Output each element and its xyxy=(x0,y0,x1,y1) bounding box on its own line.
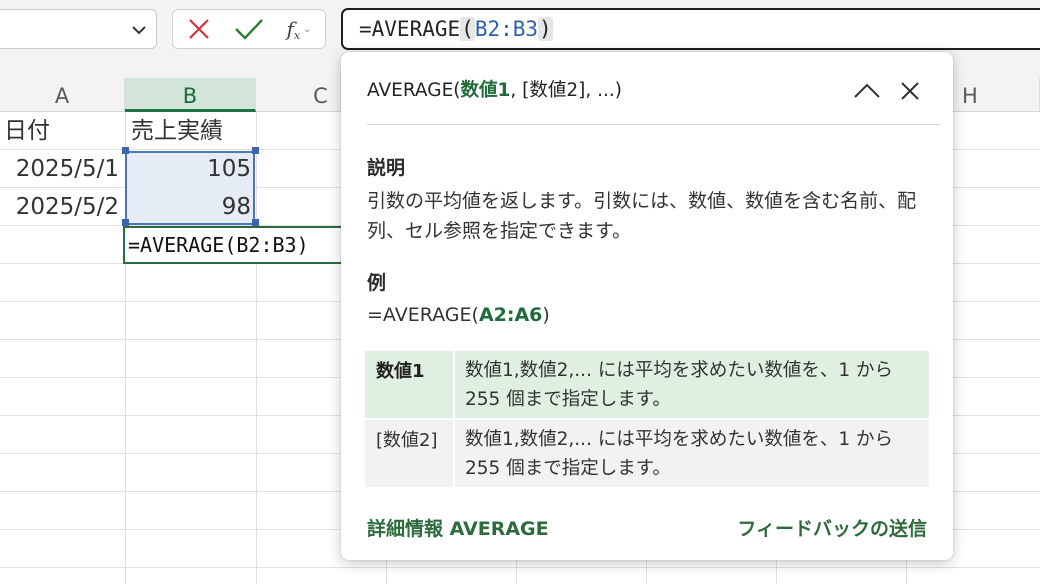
more-info-link[interactable]: 詳細情報 AVERAGE xyxy=(367,514,549,541)
insert-function-button[interactable]: fx ⌄ xyxy=(277,10,321,48)
argument-name: [数値2] xyxy=(365,420,453,487)
description-text: 引数の平均値を返します。引数には、数値、数値を含む名前、配列、セル参照を指定でき… xyxy=(367,190,917,242)
example-heading: 例 xyxy=(367,272,387,294)
close-icon xyxy=(901,82,919,100)
column-header-b[interactable]: B xyxy=(125,78,256,112)
fx-icon: fx xyxy=(286,16,301,42)
name-box[interactable] xyxy=(0,9,157,49)
formula-close-paren: ) xyxy=(538,17,553,41)
close-icon xyxy=(189,19,209,39)
cell-a2[interactable]: 2025/5/1 xyxy=(0,150,119,187)
formula-actions: fx ⌄ xyxy=(172,9,326,49)
argument-description: 数値1,数値2,... には平均を求めたい数値を、1 から 255 個まで指定し… xyxy=(455,420,929,487)
confirm-button[interactable] xyxy=(231,10,267,48)
check-icon xyxy=(235,19,263,40)
function-tooltip: AVERAGE(数値1, [数値2], ...) 説明 引数の平均値を返します。… xyxy=(341,52,953,560)
cell-b3[interactable]: 98 xyxy=(126,188,251,225)
argument-row: 数値1 数値1,数値2,... には平均を求めたい数値を、1 から 255 個ま… xyxy=(365,351,929,418)
range-handle[interactable] xyxy=(252,147,259,154)
cancel-button[interactable] xyxy=(183,10,215,48)
chevron-down-icon[interactable] xyxy=(130,21,148,39)
chevron-up-icon xyxy=(854,83,880,98)
argument-row: [数値2] 数値1,数値2,... には平均を求めたい数値を、1 から 255 … xyxy=(365,420,929,487)
formula-input[interactable]: =AVERAGE(B2:B3) xyxy=(341,8,1040,50)
caret-down-icon: ⌄ xyxy=(303,23,312,35)
feedback-link[interactable]: フィードバックの送信 xyxy=(737,514,927,541)
column-header-a[interactable]: A xyxy=(0,78,125,112)
range-handle[interactable] xyxy=(252,219,259,226)
collapse-button[interactable] xyxy=(853,77,881,105)
function-signature: AVERAGE(数値1, [数値2], ...) xyxy=(367,80,622,101)
cell-a1[interactable]: 日付 xyxy=(4,112,50,149)
cell-a3[interactable]: 2025/5/2 xyxy=(0,188,119,225)
formula-function-text: =AVERAGE xyxy=(359,17,461,41)
active-cell-b4[interactable]: =AVERAGE(B2:B3) xyxy=(123,226,345,264)
gridline xyxy=(256,112,257,584)
divider xyxy=(367,124,940,125)
cell-b1[interactable]: 売上実績 xyxy=(131,112,223,149)
cell-b2[interactable]: 105 xyxy=(126,150,251,187)
formula-open-paren: ( xyxy=(460,17,475,41)
argument-description: 数値1,数値2,... には平均を求めたい数値を、1 から 255 個まで指定し… xyxy=(455,351,929,418)
formula-range-ref: B2:B3 xyxy=(474,17,539,41)
gridline xyxy=(0,567,1040,568)
example-formula: =AVERAGE(A2:A6) xyxy=(367,304,550,326)
description-heading: 説明 xyxy=(367,157,406,179)
arguments-table: 数値1 数値1,数値2,... には平均を求めたい数値を、1 から 255 個ま… xyxy=(365,351,929,489)
close-tooltip-button[interactable] xyxy=(896,77,924,105)
argument-name: 数値1 xyxy=(365,351,453,418)
